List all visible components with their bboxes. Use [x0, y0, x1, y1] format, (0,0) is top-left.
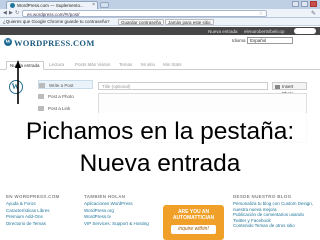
footer-heading: DESDE NUESTRO BLOG [233, 194, 292, 199]
brand-wordmark[interactable]: WORDPRESS.COM [14, 38, 95, 48]
footer-heading: TAMBIÉN HOLAN [84, 194, 126, 199]
automattic-promo-banner[interactable]: ARE YOU AN AUTOMATTICIAN inquire within! [163, 205, 224, 240]
footer-link[interactable]: Directorio de Temas [6, 221, 76, 228]
post-type-label: Post a Photo [48, 94, 74, 99]
footer-link[interactable]: Personaliza tu blog con Custom Design, n… [233, 201, 317, 212]
language-label: Idioma [232, 38, 246, 43]
tab-lectura[interactable]: Lectura [46, 61, 67, 70]
forward-icon[interactable]: ▶ [9, 11, 14, 16]
address-toolbar: ◀ ▶ ↻ es.wordpress.com/#!/post/ ☆ ✎ [0, 9, 320, 18]
reload-icon[interactable]: ↻ [15, 11, 20, 16]
save-password-button[interactable]: Guardar contraseña [118, 19, 165, 25]
link-icon [38, 106, 44, 112]
footer-column-wordpress: EN WORDPRESS.COM Ayuda & Foros Caracterí… [6, 194, 76, 227]
adminbar-search-input[interactable] [294, 28, 316, 34]
window-controls [292, 1, 317, 7]
post-type-label: Write a Post [49, 83, 74, 88]
tab-mis-stats[interactable]: Mis Stats [160, 61, 185, 70]
footer-column-also: TAMBIÉN HOLAN Aplicaciones WordPress Wor… [84, 194, 154, 227]
back-icon[interactable]: ◀ [3, 11, 8, 16]
minimize-button[interactable] [292, 1, 299, 7]
new-tab-button[interactable] [100, 2, 109, 8]
infobar-message: ¿Quieres que Google Chrome guarde tu con… [3, 19, 110, 24]
post-tabs: Nueva entrada Lectura Posts Más Visitos … [0, 60, 320, 70]
wordpress-logo-icon[interactable]: W [4, 38, 12, 46]
password-infobar: ¿Quieres que Google Chrome guarde tu con… [0, 18, 320, 26]
post-type-write[interactable]: Write a Post [38, 80, 93, 89]
wrench-menu-icon[interactable]: ✎ [311, 10, 316, 17]
url-text: es.wordpress.com/#!/post/ [27, 11, 80, 17]
close-tab-icon[interactable]: × [92, 2, 95, 8]
wp-admin-bar: Nueva entrada elenaroberts/belicop [0, 27, 320, 35]
avatar[interactable] [9, 80, 23, 94]
browser-tab-strip: WordPress.com — Suplemento... × [0, 0, 320, 9]
callout-line-1: Pichamos en la pestaña: [25, 118, 295, 145]
adminbar-user-link[interactable]: elenaroberts/belicop [244, 29, 285, 34]
tab-temas[interactable]: Temas [116, 61, 135, 70]
tab-mi-sitio[interactable]: Mi sitio [138, 61, 158, 70]
post-type-label: Post a Link [48, 106, 71, 111]
browser-tab[interactable]: WordPress.com — Suplemento... × [6, 1, 98, 9]
language-select[interactable]: Español [247, 37, 293, 44]
tab-posts-mas-visitos[interactable]: Posts Más Visitos [72, 61, 113, 70]
callout-line-2: Nueva entrada [79, 150, 241, 177]
tab-nueva-entrada[interactable]: Nueva entrada [6, 61, 44, 70]
footer-link[interactable]: VIP Services: Support & Hosting [84, 221, 154, 228]
footer-column-blog: DESDE NUESTRO BLOG Personaliza tu blog c… [233, 194, 317, 230]
footer-link[interactable]: Contenido Temas de otros sitio [233, 223, 317, 230]
footer-link[interactable]: Publicación de comentarios usando Twitte… [233, 212, 317, 223]
photo-icon [38, 94, 44, 100]
browser-tab-title: WordPress.com — Suplemento... [17, 3, 84, 8]
insert-photo-button[interactable]: Insert Photo [272, 82, 307, 96]
adminbar-new-post-link[interactable]: Nueva entrada [208, 29, 238, 34]
post-type-photo[interactable]: Post a Photo [38, 92, 93, 101]
close-window-button[interactable] [310, 1, 317, 7]
post-title-input[interactable]: Title (optional) [98, 82, 268, 90]
pencil-icon [39, 83, 45, 89]
maximize-button[interactable] [301, 1, 308, 7]
wordpress-favicon-icon [10, 3, 15, 8]
post-type-link[interactable]: Post a Link [38, 104, 93, 113]
bookmark-star-icon[interactable]: ☆ [259, 11, 263, 17]
promo-line-2: AUTOMATTICIAN [172, 215, 215, 221]
promo-line-3: inquire within! [171, 225, 216, 234]
footer-heading: EN WORDPRESS.COM [6, 194, 60, 199]
never-save-button[interactable]: Jamás para este sitio [165, 19, 214, 25]
url-input[interactable]: es.wordpress.com/#!/post/ ☆ [22, 10, 267, 17]
